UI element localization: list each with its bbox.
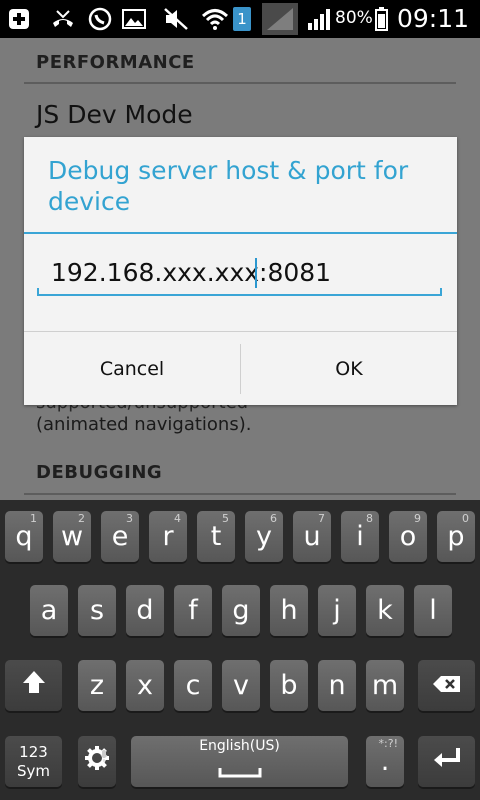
period-key[interactable]: *:?! . [366,736,404,787]
key-p[interactable]: 0p [437,511,475,562]
key-k[interactable]: k [366,585,404,636]
key-v[interactable]: v [222,660,260,711]
dialog-title: Debug server host & port for device [48,156,409,216]
enter-key[interactable] [418,736,475,787]
key-e[interactable]: 3e [101,511,139,562]
key-x[interactable]: x [126,660,164,711]
clock: 09:11 [397,4,470,33]
key-hint: 6 [270,512,277,525]
key-hint: 7 [318,512,325,525]
image-icon [120,6,148,32]
mute-icon [162,6,190,32]
signal-faint-icon [262,3,298,35]
shift-icon [21,669,47,702]
key-u[interactable]: 7u [293,511,331,562]
key-d[interactable]: d [126,585,164,636]
key-t[interactable]: 5t [197,511,235,562]
settings-key[interactable] [78,736,116,787]
key-s[interactable]: s [78,585,116,636]
signal-icon [306,6,332,32]
whatsapp-icon [86,6,114,32]
enter-icon [432,746,462,777]
key-hint: 2 [78,512,85,525]
missed-call-icon [48,6,78,32]
key-hint: 5 [222,512,229,525]
symbols-line1: 123 [19,742,48,761]
cancel-button[interactable]: Cancel [24,332,240,405]
key-z[interactable]: z [78,660,116,711]
key-hint: *:?! [378,737,398,750]
key-w[interactable]: 2w [53,511,91,562]
backspace-key[interactable] [418,660,475,711]
key-g[interactable]: g [222,585,260,636]
section-divider [24,493,456,495]
host-port-input-text: 192.168.xxx.xxx:8081 [51,258,331,287]
debug-server-dialog: Debug server host & port for device 192.… [24,137,457,405]
soft-keyboard: 1q 2w 3e 4r 5t 6y 7u 8i 9o 0p a s d f g … [0,500,480,800]
input-value-port: :8081 [259,258,332,287]
input-value-host: 192.168.xxx.xxx [51,258,260,287]
key-h[interactable]: h [270,585,308,636]
key-j[interactable]: j [318,585,356,636]
key-q[interactable]: 1q [5,511,43,562]
battery-percent: 80% [335,8,373,28]
key-r[interactable]: 4r [149,511,187,562]
symbols-line2: Sym [16,761,50,780]
ok-button[interactable]: OK [241,332,457,405]
key-c[interactable]: c [174,660,212,711]
host-port-input[interactable]: 192.168.xxx.xxx:8081 [37,252,442,296]
sim-label: 1 [233,7,251,31]
battery-icon [374,6,388,32]
key-hint: 9 [414,512,421,525]
key-hint: 1 [30,512,37,525]
symbols-key-label: 123 Sym [17,743,50,781]
status-bar: 1 80% 09:11 [0,0,480,38]
wifi-icon [200,6,230,32]
key-hint: 8 [366,512,373,525]
backspace-icon [432,670,462,701]
key-label: o [399,521,417,552]
key-label: . [380,746,390,777]
plus-square-icon [6,6,32,32]
sim-1-icon: 1 [232,6,252,32]
space-key[interactable]: English(US) [131,736,348,787]
pref-js-dev-mode[interactable]: JS Dev Mode [36,100,193,129]
key-n[interactable]: n [318,660,356,711]
space-icon [218,754,262,785]
input-underline-left-tick [37,288,39,296]
section-header-debugging: DEBUGGING [36,462,163,483]
key-label: u [303,521,321,552]
key-y[interactable]: 6y [245,511,283,562]
key-hint: 4 [174,512,181,525]
pref-summary-tail: (animated navigations). [36,414,252,435]
space-key-label: English(US) [199,738,280,754]
dialog-title-divider [24,232,457,234]
key-label: y [256,521,272,552]
key-label: q [15,521,33,552]
input-underline [37,294,442,296]
key-label: w [60,521,84,552]
input-underline-right-tick [440,288,442,296]
key-i[interactable]: 8i [341,511,379,562]
section-header-performance: PERFORMANCE [36,52,195,73]
text-cursor [255,258,257,288]
key-o[interactable]: 9o [389,511,427,562]
key-label: i [356,521,364,552]
key-hint: 0 [462,512,469,525]
key-b[interactable]: b [270,660,308,711]
section-divider [24,82,456,84]
mic-icon [100,738,108,769]
key-m[interactable]: m [366,660,404,711]
key-a[interactable]: a [30,585,68,636]
key-l[interactable]: l [414,585,452,636]
shift-key[interactable] [5,660,62,711]
key-hint: 3 [126,512,133,525]
key-label: r [162,521,174,552]
key-label: p [447,521,465,552]
symbols-key[interactable]: 123 Sym [5,736,62,787]
key-label: e [111,521,129,552]
key-label: t [210,521,222,552]
key-f[interactable]: f [174,585,212,636]
